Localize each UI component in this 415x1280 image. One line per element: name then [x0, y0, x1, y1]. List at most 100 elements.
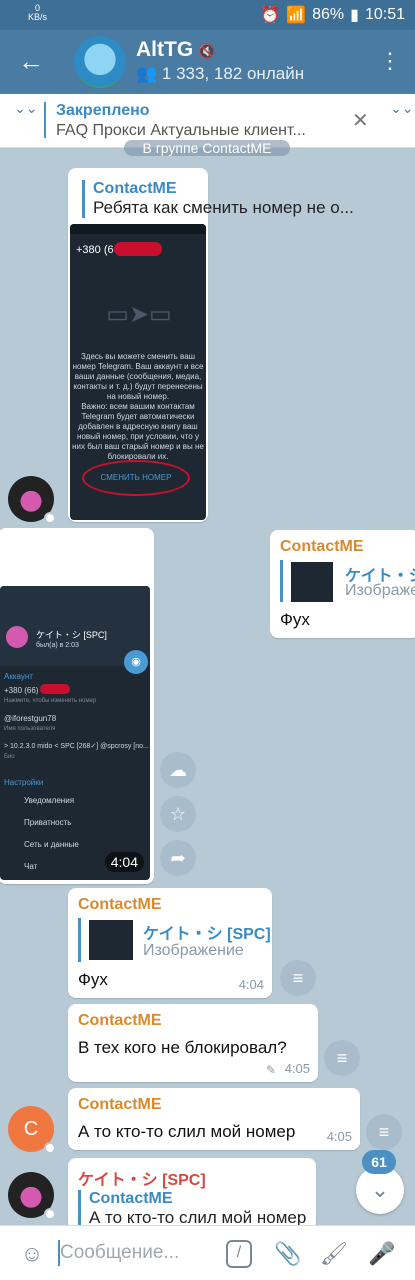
reply-author: ContactME: [93, 180, 177, 197]
microphone-icon[interactable]: 🎤: [368, 1240, 396, 1268]
context-menu-icon[interactable]: ≡: [280, 960, 316, 996]
sticker-icon[interactable]: 🖌: [320, 1240, 348, 1268]
screenshot-seen: был(а) в 2:03: [36, 642, 79, 649]
reply-preview[interactable]: ケイト・シ [SPC] Изображение: [78, 918, 271, 962]
group-avatar[interactable]: [74, 36, 126, 88]
muted-icon: 🔇: [198, 43, 216, 59]
screenshot-avatar: [6, 626, 28, 648]
avatar[interactable]: [8, 1172, 56, 1220]
chat-title[interactable]: AltTG: [136, 38, 193, 62]
share-icon[interactable]: ➦: [160, 840, 196, 876]
online-dot: [44, 1142, 56, 1154]
reply-snippet: Изображе: [345, 582, 415, 599]
settings-item-2: Приватность: [24, 818, 72, 827]
message-bubble[interactable]: ContactME ケイト・シ [SPC] Изображение Фух 4:…: [68, 888, 272, 998]
battery-level: 86%: [312, 6, 345, 23]
screenshot-note: Важно: всем вашим контактам Telegram буд…: [72, 402, 204, 461]
clock: 10:51: [364, 6, 405, 23]
message-time: 4:04: [238, 977, 264, 992]
close-icon[interactable]: ✕: [352, 108, 369, 133]
status-icons: ⏰ 📶 86% ▮ 10:51: [260, 5, 405, 25]
reply-preview[interactable]: ContactME Ребята как сменить номер не о.…: [82, 180, 358, 218]
reply-preview[interactable]: ContactME А то кто-то слил мой номер: [78, 1190, 308, 1230]
chevron-down-icon[interactable]: ⌄⌄: [390, 100, 413, 117]
back-arrow-icon[interactable]: ←: [18, 46, 48, 76]
reply-thumbnail: [89, 920, 133, 960]
message-bubble[interactable]: ContactME В тех кого не блокировал? ✎ 4:…: [68, 1004, 318, 1082]
message-bubble[interactable]: ContactME Ребята как сменить номер не о.…: [68, 168, 354, 522]
context-menu-icon[interactable]: ≡: [324, 1040, 360, 1076]
image-attachment[interactable]: ケイト・シ [SPC] был(а) в 2:03 ◉ Аккаунт +380…: [0, 586, 150, 880]
image-attachment[interactable]: +380 (66) ▭➤▭ Здесь вы можете сменить ва…: [70, 224, 206, 520]
screenshot-bio: > 10.2.3.0 mido < SPC [268✓] @spcrosy [n…: [4, 743, 149, 750]
screenshot-name: ケイト・シ [SPC]: [36, 630, 107, 640]
context-menu-icon[interactable]: ≡: [366, 1114, 402, 1150]
members-icon: 👥: [136, 64, 158, 83]
alarm-icon: ⏰: [260, 7, 281, 24]
pinned-text: FAQ Прокси Актуальные клиент...: [56, 122, 306, 139]
status-bar: 0 KB/s ⏰ 📶 86% ▮ 10:51: [0, 0, 415, 30]
chevron-down-icon[interactable]: ⌄⌄: [14, 100, 37, 117]
sender-name[interactable]: ContactME: [78, 1012, 162, 1030]
avatar[interactable]: [8, 476, 56, 524]
redaction-mark: [40, 684, 70, 694]
reply-author: ContactME: [89, 1190, 173, 1207]
cloud-icon[interactable]: ☁: [160, 752, 196, 788]
chevron-down-icon: ⌄: [370, 1177, 390, 1202]
sender-name[interactable]: ContactME: [280, 538, 364, 556]
pinned-accent-bar: [44, 102, 46, 138]
reply-thumbnail: [291, 562, 333, 602]
chat-subtitle: 👥 1 333, 182 онлайн: [136, 64, 305, 83]
message-bubble[interactable]: ContactME А то кто-то слил мой номер 4:0…: [68, 1088, 360, 1150]
settings-item-1: Уведомления: [24, 796, 75, 805]
message-bubble[interactable]: ケイト・シ [SPC] ContactME А то кто-то слил м…: [68, 1158, 316, 1230]
message-text: А то кто-то слил мой номер: [78, 1122, 296, 1141]
composer: ☺ Сообщение... / 📎 🖌 🎤: [0, 1225, 415, 1280]
reply-preview[interactable]: ケイト・シ Изображе: [280, 560, 415, 602]
star-icon[interactable]: ☆: [160, 796, 196, 832]
section-account: Аккаунт: [4, 672, 33, 681]
message-bubble[interactable]: ContactME ケイト・シ Изображе Фух: [270, 530, 415, 638]
settings-item-4: Чат: [24, 862, 38, 871]
unread-count-badge: 61: [362, 1150, 396, 1174]
pinned-label: Закреплено: [56, 102, 150, 119]
message-text: В тех кого не блокировал?: [78, 1038, 287, 1057]
screenshot-statusbar: [70, 224, 206, 234]
battery-icon: ▮: [350, 7, 359, 24]
overflow-menu-icon[interactable]: ⋮: [379, 46, 401, 76]
photo-time: 4:04: [104, 852, 144, 872]
edited-icon: ✎: [265, 1063, 276, 1077]
screenshot-body: Здесь вы можете сменить ваш номер Telegr…: [72, 352, 204, 401]
message-time: 4:05: [284, 1061, 310, 1076]
reply-author: ケイト・シ [SPC]: [143, 926, 271, 943]
screenshot-username: @iforestgun78: [4, 714, 57, 723]
network-speed: 0 KB/s: [28, 3, 48, 22]
sender-name[interactable]: ContactME: [78, 1096, 162, 1114]
sender-name[interactable]: ケイト・シ [SPC]: [78, 1166, 206, 1190]
message-text: Фух: [78, 970, 108, 989]
camera-fab: ◉: [124, 650, 148, 674]
service-chip: В группе ContactME: [124, 140, 290, 156]
change-number-button: СМЕНИТЬ НОМЕР: [82, 460, 190, 496]
online-dot: [44, 1208, 56, 1220]
sender-name[interactable]: ContactME: [78, 896, 162, 914]
message-input[interactable]: Сообщение...: [60, 1242, 179, 1264]
attach-icon[interactable]: 📎: [274, 1240, 302, 1268]
settings-item-3: Сеть и данные: [24, 840, 79, 849]
section-settings: Настройки: [4, 778, 44, 787]
phone-hint: Нажмите, чтобы изменить номер: [4, 698, 97, 704]
reply-snippet: Изображение: [143, 942, 244, 959]
wifi-icon: 📶: [286, 7, 307, 24]
screenshot-phone: +380 (66): [4, 686, 39, 695]
message-bubble[interactable]: ケイト・シ [SPC] был(а) в 2:03 ◉ Аккаунт +380…: [0, 528, 154, 884]
chat-header: ← AltTG 🔇 👥 1 333, 182 онлайн ⋮: [0, 30, 415, 94]
message-time: 4:05: [326, 1129, 352, 1144]
sim-swap-icon: ▭➤▭: [106, 301, 172, 328]
avatar[interactable]: С: [8, 1106, 56, 1154]
reply-snippet: Ребята как сменить номер не о...: [93, 198, 354, 217]
slash-command-icon[interactable]: /: [226, 1240, 252, 1268]
message-text: Фух: [280, 610, 310, 629]
online-dot: [44, 512, 56, 524]
emoji-icon[interactable]: ☺: [18, 1240, 46, 1268]
redaction-mark: [114, 242, 162, 256]
